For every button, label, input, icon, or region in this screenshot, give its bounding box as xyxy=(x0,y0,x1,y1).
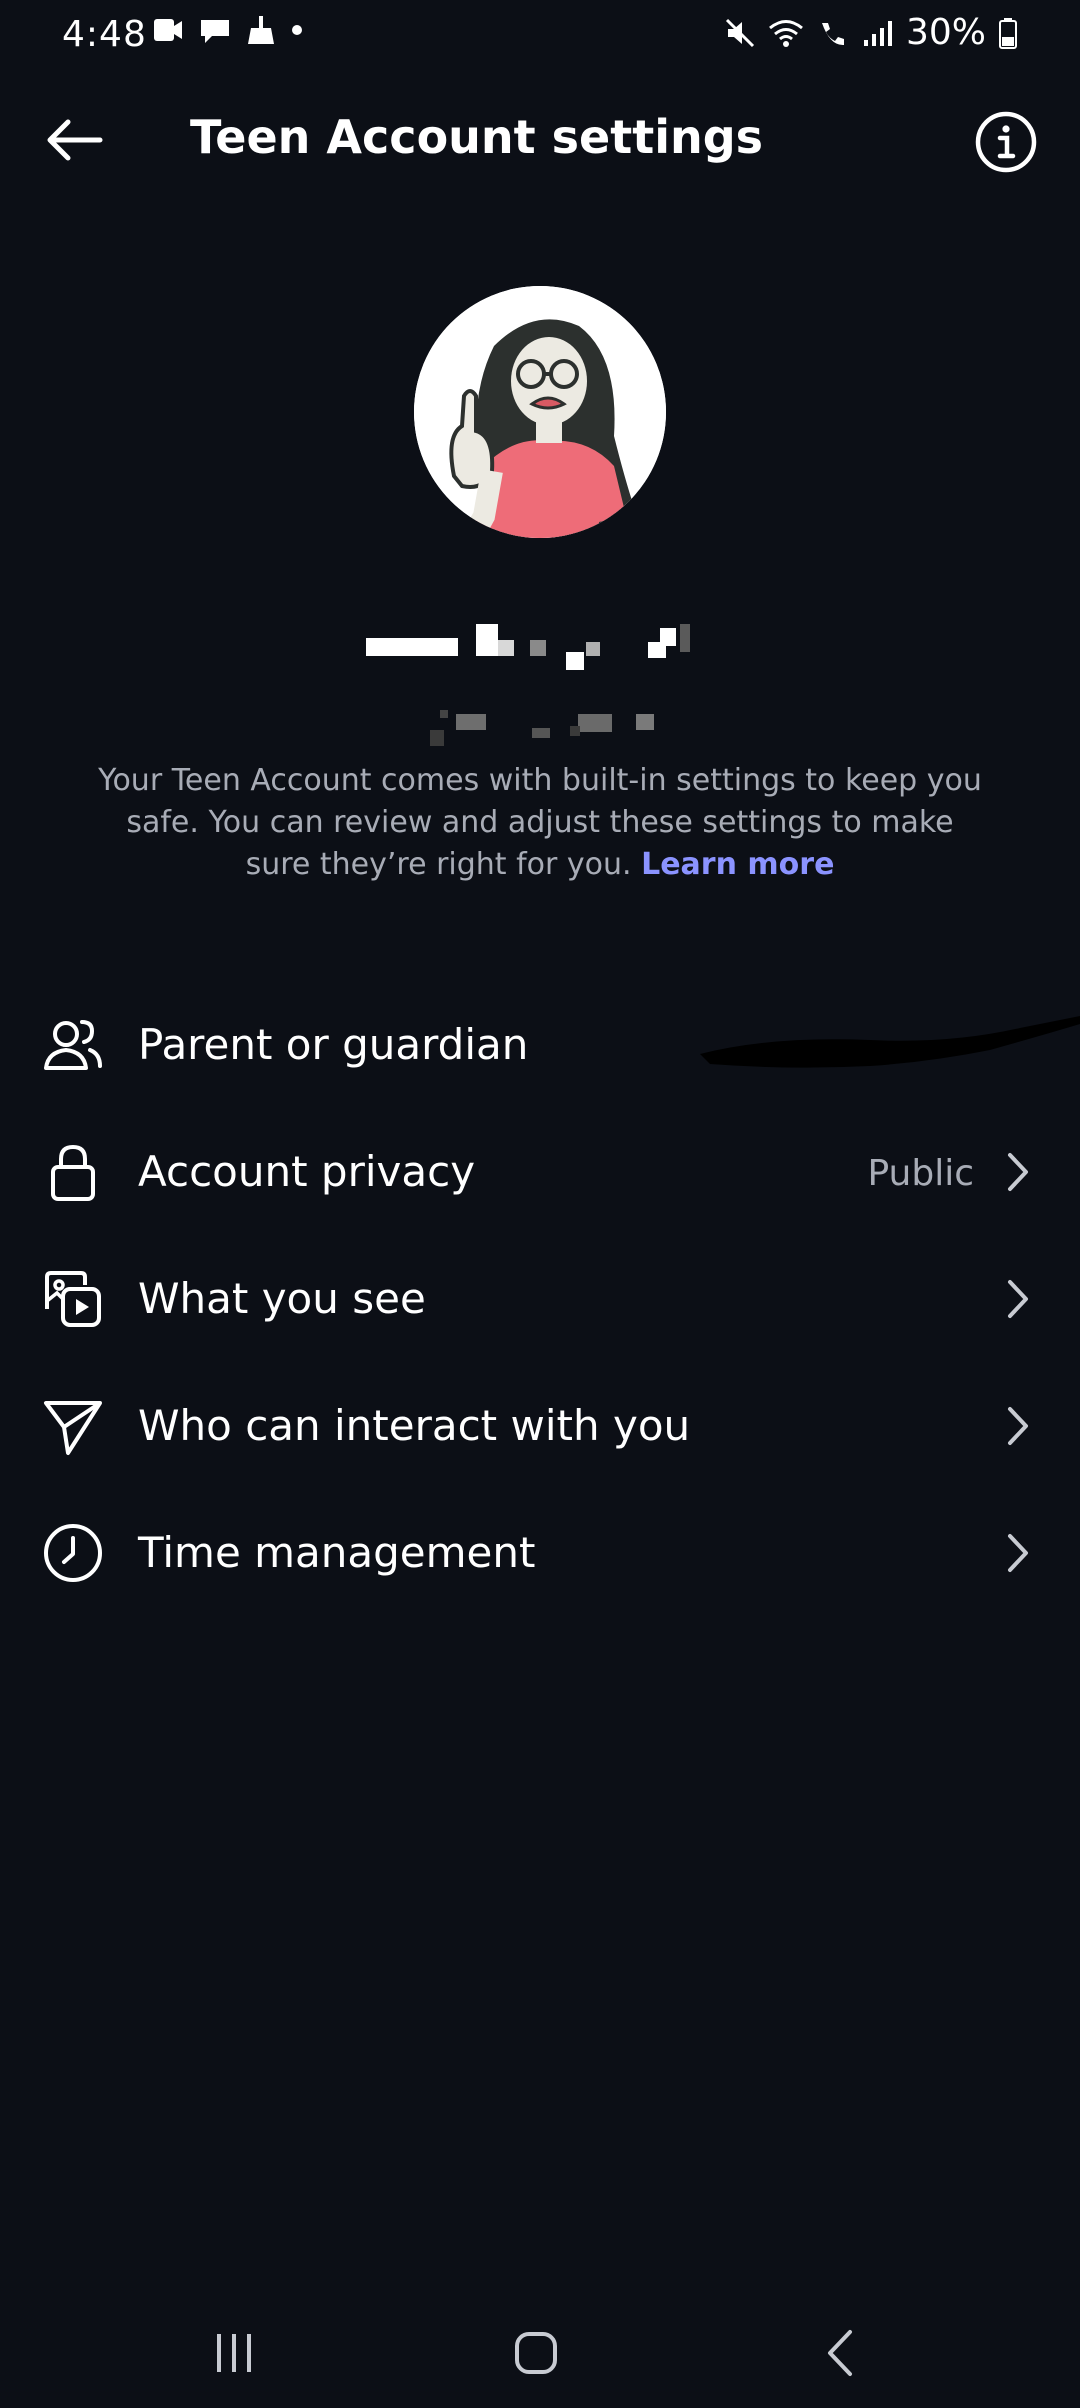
dot-icon xyxy=(292,25,302,35)
chevron-right-icon xyxy=(1008,1407,1028,1445)
status-bar: 4:48 30% xyxy=(0,0,1080,72)
send-icon xyxy=(40,1393,106,1459)
settings-row-label: Parent or guardian xyxy=(138,1020,529,1069)
home-button[interactable] xyxy=(496,2318,576,2388)
avatar-illustration xyxy=(414,286,666,538)
home-icon xyxy=(515,2332,557,2374)
media-icon xyxy=(40,1266,106,1332)
settings-row-time-management[interactable]: Time management xyxy=(0,1490,1080,1617)
broom-icon xyxy=(248,16,274,44)
back-button[interactable] xyxy=(38,108,110,172)
info-button[interactable] xyxy=(972,108,1040,176)
wifi-icon xyxy=(769,19,803,47)
nav-back-button[interactable] xyxy=(800,2318,880,2388)
username-redacted xyxy=(366,624,690,670)
chevron-right-icon xyxy=(1008,1534,1028,1572)
settings-row-label: Who can interact with you xyxy=(138,1401,691,1450)
system-nav-bar xyxy=(0,2298,1080,2408)
recent-apps-button[interactable] xyxy=(194,2318,274,2388)
app-bar: Teen Account settings xyxy=(0,80,1080,200)
page-title: Teen Account settings xyxy=(190,110,764,164)
mute-icon xyxy=(725,18,755,47)
learn-more-link[interactable]: Learn more xyxy=(641,847,834,882)
info-icon xyxy=(975,111,1037,173)
redaction-scribble xyxy=(700,1016,1080,1068)
battery-percent: 30% xyxy=(905,12,986,53)
chat-bubble-icon xyxy=(201,20,229,43)
recent-apps-icon xyxy=(217,2334,251,2372)
settings-row-label: Time management xyxy=(138,1528,536,1577)
settings-row-who-can-interact[interactable]: Who can interact with you xyxy=(0,1363,1080,1490)
avatar[interactable] xyxy=(414,286,666,538)
status-left-icons xyxy=(150,14,304,46)
battery-icon xyxy=(999,17,1017,49)
person-add-icon xyxy=(40,1012,106,1078)
settings-list: Parent or guardian Account privacy Publi… xyxy=(0,982,1080,1617)
description-text: Your Teen Account comes with built-in se… xyxy=(98,763,982,882)
status-time: 4:48 xyxy=(62,14,147,55)
lock-icon xyxy=(40,1139,106,1205)
teen-account-description: Your Teen Account comes with built-in se… xyxy=(90,760,990,886)
settings-row-account-privacy[interactable]: Account privacy Public xyxy=(0,1109,1080,1236)
settings-row-what-you-see[interactable]: What you see xyxy=(0,1236,1080,1363)
screen: 4:48 30% Teen Account settings Your Teen… xyxy=(0,0,1080,2408)
chevron-right-icon xyxy=(1008,1280,1028,1318)
wifi-call-icon xyxy=(821,22,844,45)
clock-icon xyxy=(40,1520,106,1586)
settings-row-label: Account privacy xyxy=(138,1147,476,1196)
arrow-left-icon xyxy=(47,119,103,161)
settings-row-label: What you see xyxy=(138,1274,426,1323)
settings-row-parent-or-guardian[interactable]: Parent or guardian xyxy=(0,982,1080,1109)
chevron-right-icon xyxy=(1008,1153,1028,1191)
status-right: 30% xyxy=(724,12,1018,53)
account-privacy-value: Public xyxy=(867,1153,974,1194)
full-name-redacted xyxy=(430,710,654,746)
screen-record-icon xyxy=(154,19,182,41)
nav-back-icon xyxy=(828,2330,852,2376)
signal-icon xyxy=(863,20,892,46)
